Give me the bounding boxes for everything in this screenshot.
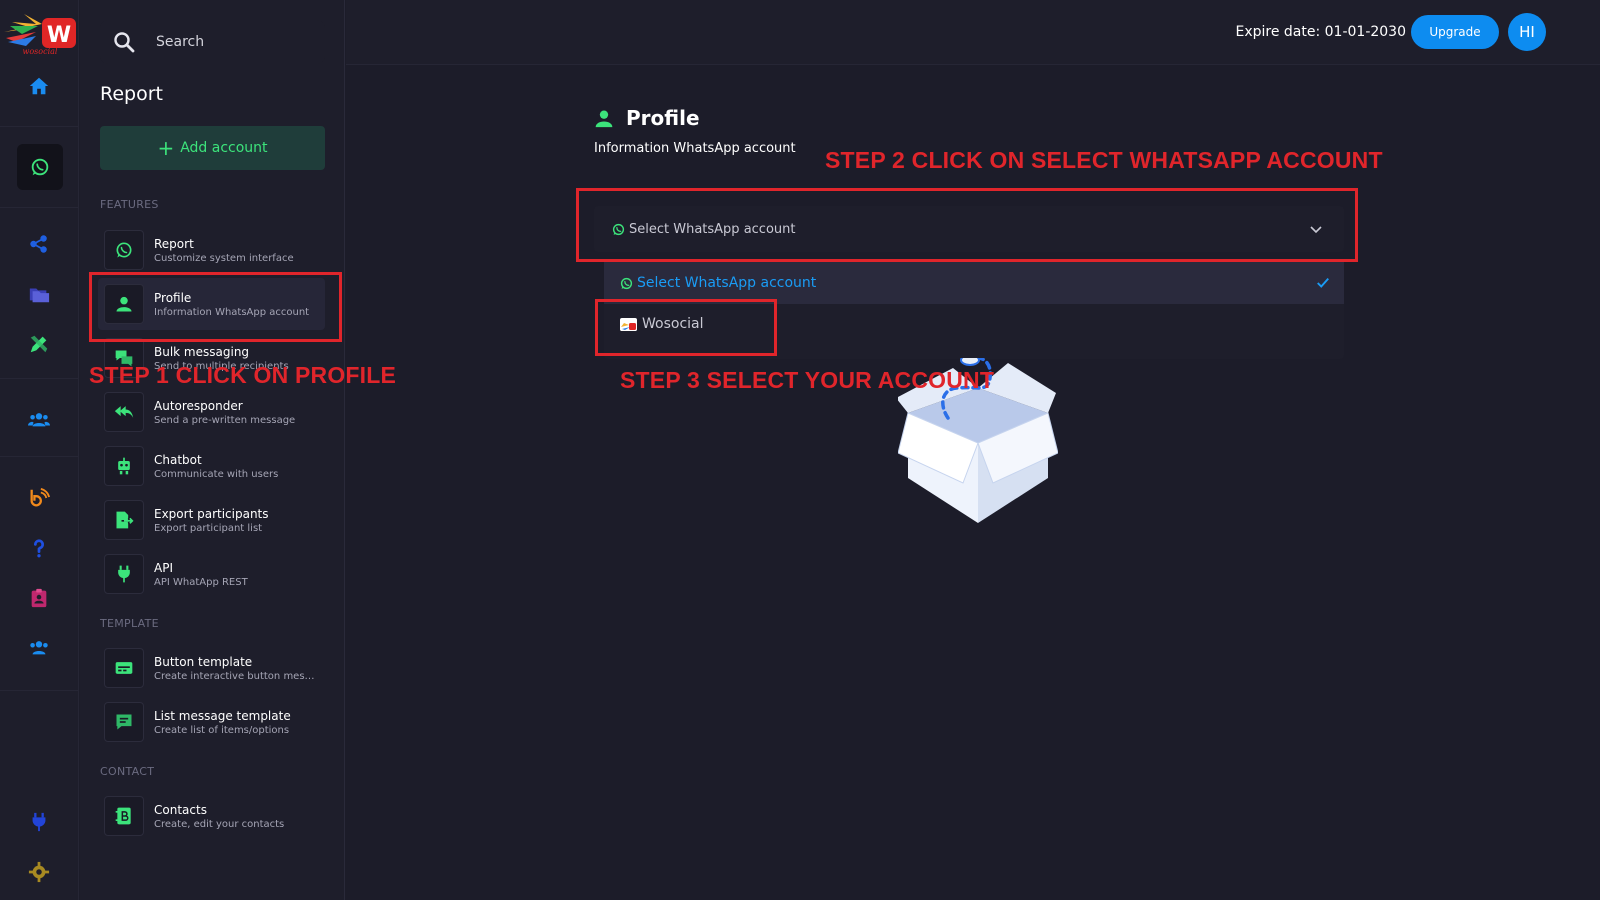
add-account-button[interactable]: + Add account — [100, 126, 325, 170]
page-title: Profile — [594, 106, 700, 130]
section-label-template: TEMPLATE — [100, 617, 159, 630]
menu-item-api[interactable]: API API WhatApp REST — [104, 548, 326, 600]
button-template-icon — [104, 648, 144, 688]
menu-item-autoresponder[interactable]: Autoresponder Send a pre-written message — [104, 386, 326, 438]
upgrade-button[interactable]: Upgrade — [1411, 15, 1499, 49]
menu-item-export-participants[interactable]: Export participants Export participant li… — [104, 494, 326, 546]
menu-item-button-template[interactable]: Button template Create interactive button… — [104, 642, 326, 694]
annotation-box-account — [595, 299, 777, 356]
side-panel: Search Report + Add account FEATURES Repo… — [80, 0, 345, 900]
search-input[interactable]: Search — [156, 34, 204, 50]
user-icon — [595, 110, 613, 128]
whatsapp-icon — [104, 230, 144, 270]
whatsapp-rail-icon[interactable] — [17, 144, 63, 190]
search-box[interactable]: Search — [100, 20, 325, 64]
folders-icon[interactable] — [19, 274, 59, 314]
menu-item-report[interactable]: Report Customize system interface — [104, 224, 326, 276]
reply-all-icon — [104, 392, 144, 432]
help-question-icon[interactable] — [19, 528, 59, 568]
robot-icon — [104, 446, 144, 486]
menu-item-contacts[interactable]: Contacts Create, edit your contacts — [104, 790, 326, 842]
annotation-box-profile — [89, 272, 342, 342]
list-message-icon — [104, 702, 144, 742]
svg-text:wosocial: wosocial — [23, 47, 58, 56]
home-icon[interactable] — [19, 66, 59, 106]
svg-text:W: W — [47, 23, 71, 48]
icon-rail: W wosocial — [0, 0, 79, 900]
id-badge-icon[interactable] — [19, 578, 59, 618]
whatsapp-icon — [620, 277, 633, 289]
section-label-features: FEATURES — [100, 198, 159, 211]
panel-title: Report — [100, 83, 163, 105]
annotation-step1: STEP 1 CLICK ON PROFILE — [89, 362, 397, 388]
plug-icon — [104, 554, 144, 594]
pencil-ruler-icon[interactable] — [19, 324, 59, 364]
annotation-box-select — [576, 188, 1358, 262]
team-icon[interactable] — [19, 628, 59, 668]
page-subtitle: Information WhatsApp account — [594, 141, 796, 156]
dropdown-option-placeholder[interactable]: Select WhatsApp account — [604, 262, 1344, 304]
blog-feed-icon[interactable] — [19, 478, 59, 518]
settings-gear-icon[interactable] — [19, 852, 59, 892]
export-icon — [104, 500, 144, 540]
user-avatar[interactable]: HI — [1508, 13, 1546, 51]
section-label-contact: CONTACT — [100, 765, 155, 778]
search-icon — [114, 32, 135, 53]
users-group-icon[interactable] — [19, 400, 59, 440]
annotation-step2: STEP 2 CLICK ON SELECT WHATSAPP ACCOUNT — [825, 147, 1383, 173]
plug-rail-icon[interactable] — [19, 802, 59, 842]
contacts-book-icon — [104, 796, 144, 836]
plus-icon: + — [157, 136, 175, 160]
share-nodes-icon[interactable] — [19, 224, 59, 264]
wosocial-logo[interactable]: W wosocial — [2, 12, 78, 56]
top-header: Expire date: 01-01-2030 Upgrade HI — [346, 0, 1600, 65]
check-icon — [1317, 277, 1329, 288]
menu-item-chatbot[interactable]: Chatbot Communicate with users — [104, 440, 326, 492]
menu-item-list-message-template[interactable]: List message template Create list of item… — [104, 696, 326, 748]
annotation-step3: STEP 3 SELECT YOUR ACCOUNT — [620, 367, 995, 393]
expire-date: Expire date: 01-01-2030 — [1235, 24, 1406, 40]
